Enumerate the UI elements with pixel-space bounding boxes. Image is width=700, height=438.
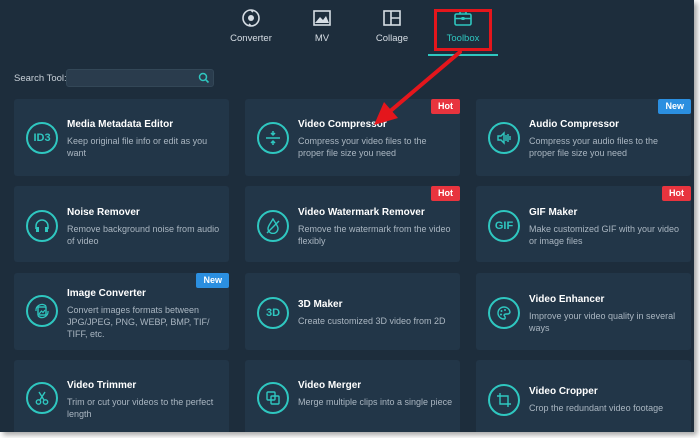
tool-card-media-metadata-editor[interactable]: ID3 Media Metadata Editor Keep original … [14, 99, 229, 176]
nav-label: Collage [375, 33, 409, 44]
tool-card-video-enhancer[interactable]: Video Enhancer Improve your video qualit… [476, 273, 691, 350]
tool-title: Audio Compressor [529, 119, 620, 130]
tool-card-video-merger[interactable]: Video Merger Merge multiple clips into a… [245, 360, 460, 432]
tool-card-image-converter[interactable]: New Image Converter Convert images forma… [14, 273, 229, 350]
new-badge: New [196, 273, 229, 288]
tool-description: Merge multiple clips into a single piece [298, 397, 453, 407]
mv-icon [313, 10, 331, 26]
tool-title: 3D Maker [298, 299, 343, 310]
tool-title: Image Converter [67, 288, 146, 299]
tool-description: Convert images formats between JPG/JPEG,… [67, 305, 210, 339]
highlight-box [434, 9, 492, 51]
active-tab-indicator [428, 54, 498, 56]
tool-description: Crop the redundant video footage [529, 403, 664, 413]
tool-description: Compress your audio files to the proper … [529, 136, 659, 158]
tool-description: Make customized GIF with your video or i… [529, 224, 680, 246]
hot-badge: Hot [431, 186, 460, 201]
tool-description: Improve your video quality in several wa… [529, 311, 676, 333]
search-input[interactable] [71, 71, 195, 87]
tool-description: Remove background noise from audio of vi… [67, 224, 220, 246]
search-icon[interactable] [198, 72, 210, 84]
audio-compress-icon [488, 122, 520, 154]
tool-card-video-trimmer[interactable]: Video Trimmer Trim or cut your videos to… [14, 360, 229, 432]
collage-icon [383, 10, 401, 26]
headphones-icon [26, 210, 58, 242]
3d-icon: 3D [257, 297, 289, 329]
nav-label: Converter [230, 33, 272, 44]
image-convert-icon [26, 295, 58, 327]
crop-icon [488, 384, 520, 416]
converter-icon [242, 9, 260, 27]
tool-description: Remove the watermark from the video flex… [298, 224, 451, 246]
nav-mv[interactable]: MV [282, 8, 362, 44]
merge-icon [257, 382, 289, 414]
tool-title: Video Compressor [298, 119, 387, 130]
nav-converter[interactable]: Converter [211, 8, 291, 44]
tool-description: Trim or cut your videos to the perfect l… [67, 397, 214, 419]
tool-description: Keep original file info or edit as you w… [67, 136, 208, 158]
tool-title: Video Cropper [529, 386, 598, 397]
app-window: Converter MV Collage Toolbox Search Tool… [0, 0, 694, 432]
palette-icon [488, 297, 520, 329]
tool-card-audio-compressor[interactable]: New Audio Compressor Compress your audio… [476, 99, 691, 176]
tool-title: Video Trimmer [67, 380, 137, 391]
tool-title: Media Metadata Editor [67, 119, 174, 130]
nav-collage[interactable]: Collage [352, 8, 432, 44]
tool-title: Noise Remover [67, 207, 140, 218]
scissors-icon [26, 382, 58, 414]
tool-card-noise-remover[interactable]: Noise Remover Remove background noise fr… [14, 186, 229, 262]
hot-badge: Hot [662, 186, 691, 201]
search-label: Search Tool: [14, 73, 67, 84]
tool-card-video-compressor[interactable]: Hot Video Compressor Compress your video… [245, 99, 460, 176]
tool-title: Video Merger [298, 380, 362, 391]
id3-icon: ID3 [26, 122, 58, 154]
tool-description: Compress your video files to the proper … [298, 136, 427, 158]
tool-card-video-watermark-remover[interactable]: Hot Video Watermark Remover Remove the w… [245, 186, 460, 262]
tool-title: Video Enhancer [529, 294, 605, 305]
tool-card-3d-maker[interactable]: 3D 3D Maker Create customized 3D video f… [245, 273, 460, 350]
search-box[interactable] [66, 69, 214, 87]
new-badge: New [658, 99, 691, 114]
drop-icon [257, 210, 289, 242]
tool-description: Create customized 3D video from 2D [298, 316, 446, 326]
top-nav: Converter MV Collage Toolbox [0, 0, 694, 56]
compress-icon [257, 122, 289, 154]
tool-card-gif-maker[interactable]: Hot GIF GIF Maker Make customized GIF wi… [476, 186, 691, 262]
hot-badge: Hot [431, 99, 460, 114]
nav-label: MV [314, 33, 330, 44]
tool-card-video-cropper[interactable]: Video Cropper Crop the redundant video f… [476, 360, 691, 432]
gif-icon: GIF [488, 210, 520, 242]
tool-title: Video Watermark Remover [298, 207, 425, 218]
tool-title: GIF Maker [529, 207, 578, 218]
